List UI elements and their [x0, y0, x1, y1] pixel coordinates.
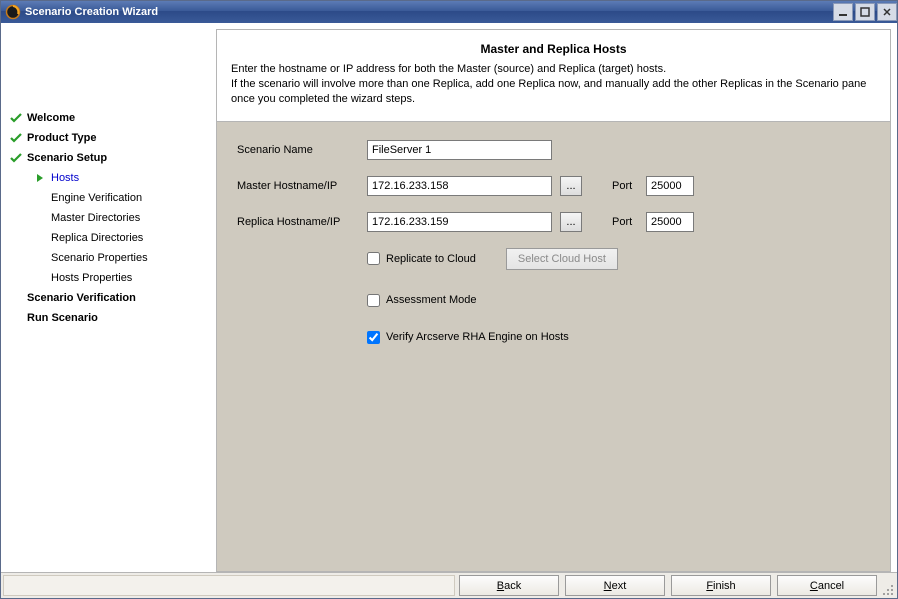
nav-scenario-properties[interactable]: Scenario Properties: [9, 248, 216, 268]
maximize-button[interactable]: [855, 3, 875, 21]
verify-engine-checkbox[interactable]: [367, 331, 380, 344]
page-title: Master and Replica Hosts: [231, 42, 876, 56]
nav-label: Hosts: [51, 172, 79, 184]
page-description: Enter the hostname or IP address for bot…: [231, 62, 876, 107]
nav-master-directories[interactable]: Master Directories: [9, 208, 216, 228]
replicate-to-cloud-checkbox[interactable]: [367, 252, 380, 265]
nav-replica-directories[interactable]: Replica Directories: [9, 228, 216, 248]
check-icon: [9, 111, 23, 125]
arrow-right-icon: [33, 171, 47, 185]
cancel-button[interactable]: Cancel: [777, 575, 877, 596]
master-hostname-input[interactable]: [367, 176, 552, 196]
nav-label: Replica Directories: [51, 232, 143, 244]
nav-label: Engine Verification: [51, 192, 142, 204]
resize-grip[interactable]: [879, 573, 897, 598]
check-icon: [9, 131, 23, 145]
wizard-window: Scenario Creation Wizard Welcome Product…: [0, 0, 898, 599]
replicate-to-cloud-label: Replicate to Cloud: [386, 253, 476, 265]
nav-hosts-properties[interactable]: Hosts Properties: [9, 268, 216, 288]
back-button[interactable]: Back: [459, 575, 559, 596]
nav-run-scenario[interactable]: Run Scenario: [9, 308, 216, 328]
window-buttons: [833, 3, 897, 21]
nav-welcome[interactable]: Welcome: [9, 108, 216, 128]
assessment-mode-checkbox[interactable]: [367, 294, 380, 307]
nav-label: Scenario Verification: [27, 292, 136, 304]
nav-label: Master Directories: [51, 212, 140, 224]
master-port-input[interactable]: [646, 176, 694, 196]
nav-hosts[interactable]: Hosts: [9, 168, 216, 188]
nav-scenario-verification[interactable]: Scenario Verification: [9, 288, 216, 308]
replica-port-input[interactable]: [646, 212, 694, 232]
app-icon: [5, 4, 21, 20]
select-cloud-host-button[interactable]: Select Cloud Host: [506, 248, 618, 270]
nav-scenario-setup[interactable]: Scenario Setup: [9, 148, 216, 168]
master-hostname-label: Master Hostname/IP: [237, 180, 367, 192]
nav-label: Welcome: [27, 112, 75, 124]
replica-hostname-input[interactable]: [367, 212, 552, 232]
nav-label: Run Scenario: [27, 312, 98, 324]
finish-button[interactable]: Finish: [671, 575, 771, 596]
assessment-mode-label: Assessment Mode: [386, 294, 476, 306]
nav-engine-verification[interactable]: Engine Verification: [9, 188, 216, 208]
replica-hostname-label: Replica Hostname/IP: [237, 216, 367, 228]
footer-bar: Back Next Finish Cancel: [1, 572, 897, 598]
close-button[interactable]: [877, 3, 897, 21]
replica-browse-button[interactable]: ...: [560, 212, 582, 232]
header-panel: Master and Replica Hosts Enter the hostn…: [216, 29, 891, 122]
nav-label: Hosts Properties: [51, 272, 132, 284]
next-button[interactable]: Next: [565, 575, 665, 596]
nav-label: Scenario Setup: [27, 152, 107, 164]
nav-label: Product Type: [27, 132, 96, 144]
master-port-label: Port: [612, 180, 646, 192]
scenario-name-input[interactable]: [367, 140, 552, 160]
form-panel: Scenario Name Master Hostname/IP ... Por…: [216, 122, 891, 572]
nav-product-type[interactable]: Product Type: [9, 128, 216, 148]
minimize-button[interactable]: [833, 3, 853, 21]
nav-label: Scenario Properties: [51, 252, 148, 264]
replica-port-label: Port: [612, 216, 646, 228]
footer-spacer: [3, 575, 455, 596]
verify-engine-label: Verify Arcserve RHA Engine on Hosts: [386, 331, 569, 343]
window-title: Scenario Creation Wizard: [25, 6, 158, 18]
check-icon: [9, 151, 23, 165]
titlebar[interactable]: Scenario Creation Wizard: [1, 1, 897, 23]
master-browse-button[interactable]: ...: [560, 176, 582, 196]
scenario-name-label: Scenario Name: [237, 144, 367, 156]
wizard-sidebar: Welcome Product Type Scenario Setup Host…: [1, 23, 216, 572]
